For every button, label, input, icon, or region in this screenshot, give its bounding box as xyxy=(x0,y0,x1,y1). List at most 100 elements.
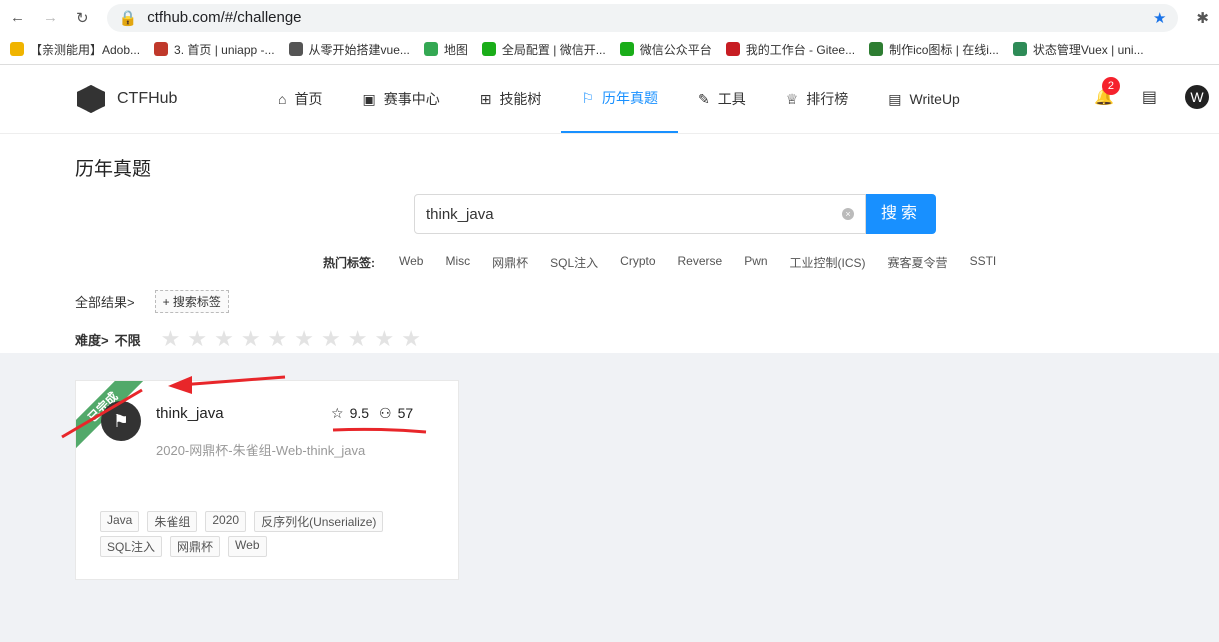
nav-item-3[interactable]: ⚐ 历年真题 xyxy=(561,65,678,133)
bookmark-favicon-icon xyxy=(619,42,634,56)
bookmark-item[interactable]: 3. 首页 | uniapp -... xyxy=(154,41,275,58)
bookmark-item[interactable]: 从零开始搭建vue... xyxy=(288,41,410,58)
bookmark-favicon-icon xyxy=(288,42,303,56)
nav-icon: ▣ xyxy=(362,90,376,107)
bookmark-item[interactable]: 全局配置 | 微信开... xyxy=(481,41,606,58)
star-icon[interactable]: ★ xyxy=(161,326,181,352)
nav-label: WriteUp xyxy=(909,91,960,107)
tag[interactable]: 网鼎杯 xyxy=(170,536,221,557)
star-icon[interactable]: ★ xyxy=(268,326,288,352)
bookmark-label: 制作ico图标 | 在线i... xyxy=(889,43,999,57)
browser-toolbar: ← → ↻ 🔒 ctfhub.com/#/challenge ★ ✱ xyxy=(0,0,1219,35)
search-input[interactable]: think_java × xyxy=(414,194,866,234)
bookmark-item[interactable]: 制作ico图标 | 在线i... xyxy=(869,41,999,58)
lock-icon: 🔒 xyxy=(118,9,138,27)
nav-item-0[interactable]: ⌂ 首页 xyxy=(258,65,342,133)
tag[interactable]: 2020 xyxy=(205,511,247,532)
bell-icon[interactable]: 🔔 2 xyxy=(1094,77,1120,107)
reload-icon[interactable]: ↻ xyxy=(76,9,89,27)
hot-tags: 热门标签: Web Misc 网鼎杯 SQL注入 Crypto Reverse Pwn 工业控制… xyxy=(323,254,996,271)
tag[interactable]: 朱雀组 xyxy=(147,511,198,532)
star-icon[interactable]: ★ xyxy=(214,326,234,352)
nav-item-1[interactable]: ▣ 赛事中心 xyxy=(342,65,459,133)
difficulty-stars: ★ ★ ★ ★ ★ ★ ★ ★ ★ ★ xyxy=(161,326,421,352)
flag-icon: ⚑ xyxy=(101,401,141,441)
tag[interactable]: SQL注入 xyxy=(100,536,163,557)
search-tag-button[interactable]: + 搜索标签 xyxy=(154,290,229,313)
bookmark-item[interactable]: 我的工作台 - Gitee... xyxy=(725,41,855,58)
bookmark-label: 全局配置 | 微信开... xyxy=(501,43,606,57)
tag[interactable]: Web xyxy=(228,536,267,557)
nav-icon: ♕ xyxy=(785,90,799,107)
hot-tag[interactable]: Web xyxy=(399,254,423,271)
bookmark-item[interactable]: 地图 xyxy=(423,41,468,58)
rating: 9.5 xyxy=(349,405,370,421)
avatar[interactable]: W xyxy=(1185,85,1209,109)
hot-tag[interactable]: Misc xyxy=(445,254,470,271)
nav-item-6[interactable]: ▤ WriteUp xyxy=(868,65,980,133)
challenge-card[interactable]: 已完成 ⚑ think_java ☆ 9.5 ⚇ 57 2020-网鼎杯-朱雀组-We… xyxy=(75,380,459,580)
bookmark-star-icon[interactable]: ★ xyxy=(1153,9,1166,27)
back-icon[interactable]: ← xyxy=(10,9,25,26)
logo[interactable]: CTFHub xyxy=(77,85,177,113)
tag[interactable]: Java xyxy=(100,511,140,532)
nav-icon: ⚐ xyxy=(581,89,594,106)
bookmark-label: 微信公众平台 xyxy=(639,43,712,57)
bookmark-label: 【亲测能用】Adob... xyxy=(30,43,141,57)
bookmark-label: 状态管理Vuex | uni... xyxy=(1032,43,1144,57)
nav-item-2[interactable]: ⊞ 技能树 xyxy=(460,65,562,133)
hot-tags-label: 热门标签: xyxy=(323,256,375,270)
bookmark-favicon-icon xyxy=(869,42,884,56)
challenge-tags: Java 朱雀组 2020 反序列化(Unserialize) SQL注入 网鼎杯 Web xyxy=(100,511,400,557)
nav-icon: ⌂ xyxy=(278,91,287,107)
bookmark-favicon-icon xyxy=(1012,42,1027,56)
tag[interactable]: 反序列化(Unserialize) xyxy=(254,511,384,532)
address-bar[interactable]: 🔒 ctfhub.com/#/challenge ★ xyxy=(106,3,1179,32)
nav-item-5[interactable]: ♕ 排行榜 xyxy=(766,65,869,133)
nav-label: 赛事中心 xyxy=(383,91,440,107)
bookmark-favicon-icon xyxy=(481,42,496,56)
hot-tag[interactable]: Pwn xyxy=(744,254,767,271)
bookmark-label: 3. 首页 | uniapp -... xyxy=(174,43,275,57)
hot-tag[interactable]: Reverse xyxy=(678,254,723,271)
filter-panel: 历年真题 think_java × 搜索 热门标签: Web Misc 网鼎杯 SQL注入… xyxy=(0,133,1219,353)
bookmark-item[interactable]: 【亲测能用】Adob... xyxy=(10,41,140,58)
star-icon[interactable]: ★ xyxy=(348,326,368,352)
notification-badge: 2 xyxy=(1101,77,1120,95)
brand-name: CTFHub xyxy=(117,90,178,107)
star-icon[interactable]: ★ xyxy=(321,326,341,352)
forward-icon[interactable]: → xyxy=(43,9,58,26)
nav-icon: ✎ xyxy=(698,90,710,107)
star-icon[interactable]: ★ xyxy=(374,326,394,352)
bookmark-favicon-icon xyxy=(423,42,438,56)
clear-icon[interactable]: × xyxy=(842,208,854,220)
hot-tag[interactable]: 网鼎杯 xyxy=(492,254,528,271)
difficulty-value: 不限 xyxy=(114,332,141,348)
hot-tag[interactable]: 工业控制(ICS) xyxy=(790,254,866,271)
hot-tag[interactable]: SSTI xyxy=(970,254,997,271)
bookmark-item[interactable]: 状态管理Vuex | uni... xyxy=(1012,41,1144,58)
search-button[interactable]: 搜索 xyxy=(866,194,936,234)
hot-tag[interactable]: SQL注入 xyxy=(550,254,598,271)
hot-tag[interactable]: 赛客夏令营 xyxy=(888,254,948,271)
hot-tag[interactable]: Crypto xyxy=(620,254,655,271)
star-icon[interactable]: ★ xyxy=(294,326,314,352)
nav-label: 排行榜 xyxy=(806,91,849,107)
bookmark-item[interactable]: 微信公众平台 xyxy=(619,41,712,58)
challenge-name[interactable]: think_java xyxy=(156,405,224,422)
nav-label: 历年真题 xyxy=(602,90,658,106)
star-icon[interactable]: ★ xyxy=(187,326,207,352)
bookmark-label: 地图 xyxy=(443,43,468,57)
star-icon[interactable]: ★ xyxy=(401,326,421,352)
nav-icon: ⊞ xyxy=(479,90,492,107)
bookmark-favicon-icon xyxy=(10,42,24,56)
all-results-label[interactable]: 全部结果> xyxy=(75,292,135,311)
search-value: think_java xyxy=(426,205,494,223)
nav-label: 首页 xyxy=(294,91,323,107)
nav-item-4[interactable]: ✎ 工具 xyxy=(678,65,766,133)
document-icon[interactable]: ▤ xyxy=(1142,87,1157,107)
main-menu: ⌂ 首页 ▣ 赛事中心 ⊞ 技能树 ⚐ 历年真题 ✎ 工具 ♕ 排行榜 ▤ WriteUp xyxy=(258,65,980,133)
extensions-icon[interactable]: ✱ xyxy=(1196,9,1209,27)
nav-label: 工具 xyxy=(717,91,746,107)
star-icon[interactable]: ★ xyxy=(241,326,261,352)
